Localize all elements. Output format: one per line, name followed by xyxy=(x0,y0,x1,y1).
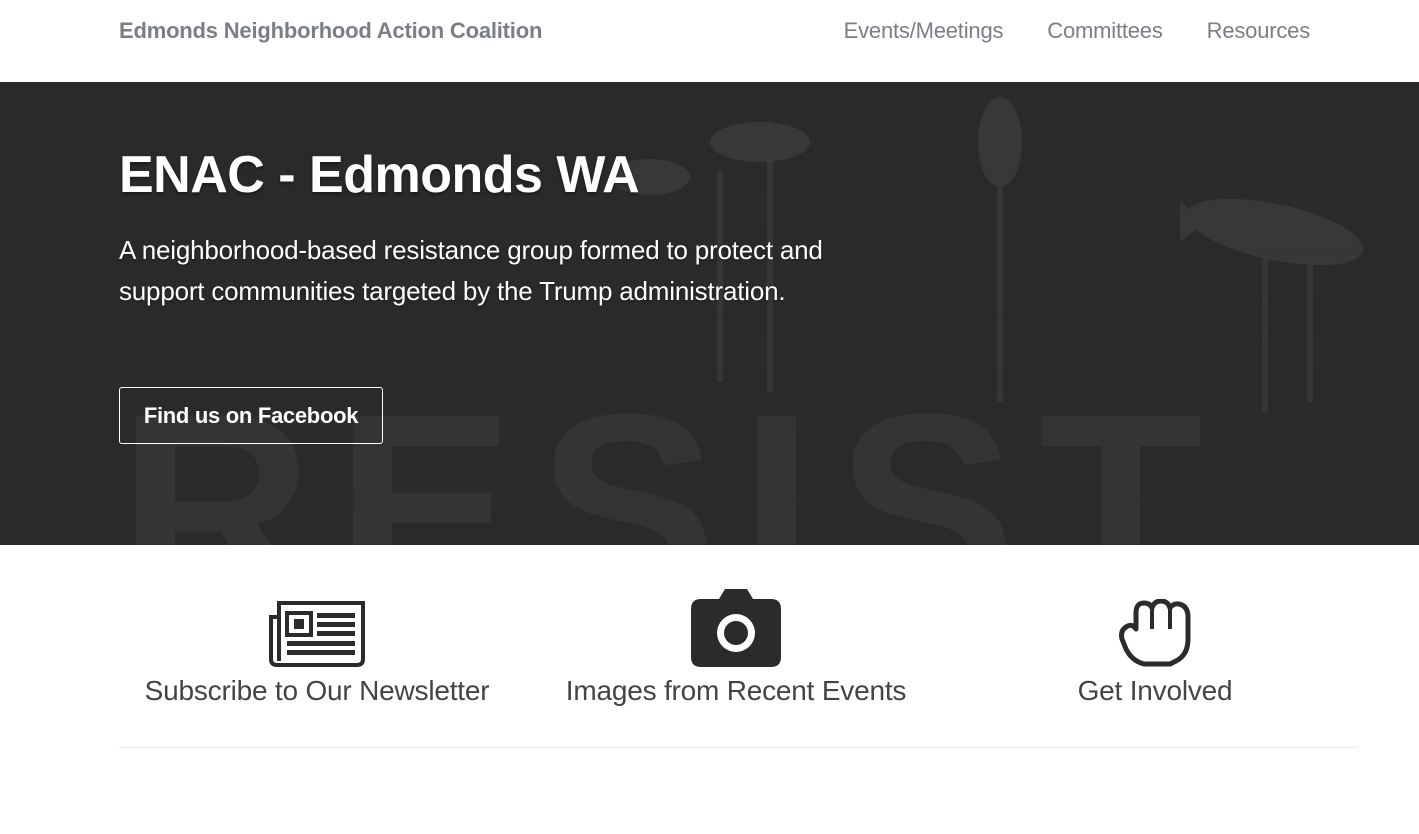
nav-link-events-meetings[interactable]: Events/Meetings xyxy=(844,18,1004,44)
nav-links: Events/Meetings Committees Resources xyxy=(800,18,1311,44)
hand-fist-icon xyxy=(965,585,1345,667)
feature-label-newsletter[interactable]: Subscribe to Our Newsletter xyxy=(145,675,490,707)
feature-label-images[interactable]: Images from Recent Events xyxy=(566,675,907,707)
feature-label-get-involved[interactable]: Get Involved xyxy=(1078,675,1233,707)
camera-icon xyxy=(546,585,926,667)
section-divider xyxy=(119,747,1356,748)
newspaper-icon xyxy=(127,585,507,667)
nav-link-resources[interactable]: Resources xyxy=(1207,18,1311,44)
features-section: Subscribe to Our Newsletter Images from … xyxy=(0,545,1419,834)
feature-images[interactable]: Images from Recent Events xyxy=(546,585,926,707)
hero-section: RESIST ENAC - Edmonds WA A neighborhood-… xyxy=(0,82,1419,545)
nav-link-committees[interactable]: Committees xyxy=(1047,18,1163,44)
navbar: Edmonds Neighborhood Action Coalition Ev… xyxy=(0,0,1419,82)
facebook-button[interactable]: Find us on Facebook xyxy=(119,387,383,444)
hero-title: ENAC - Edmonds WA xyxy=(119,146,640,204)
feature-newsletter[interactable]: Subscribe to Our Newsletter xyxy=(127,585,507,707)
brand-link[interactable]: Edmonds Neighborhood Action Coalition xyxy=(119,18,542,44)
feature-get-involved[interactable]: Get Involved xyxy=(965,585,1345,707)
hero-subtitle: A neighborhood-based resistance group fo… xyxy=(119,235,823,306)
